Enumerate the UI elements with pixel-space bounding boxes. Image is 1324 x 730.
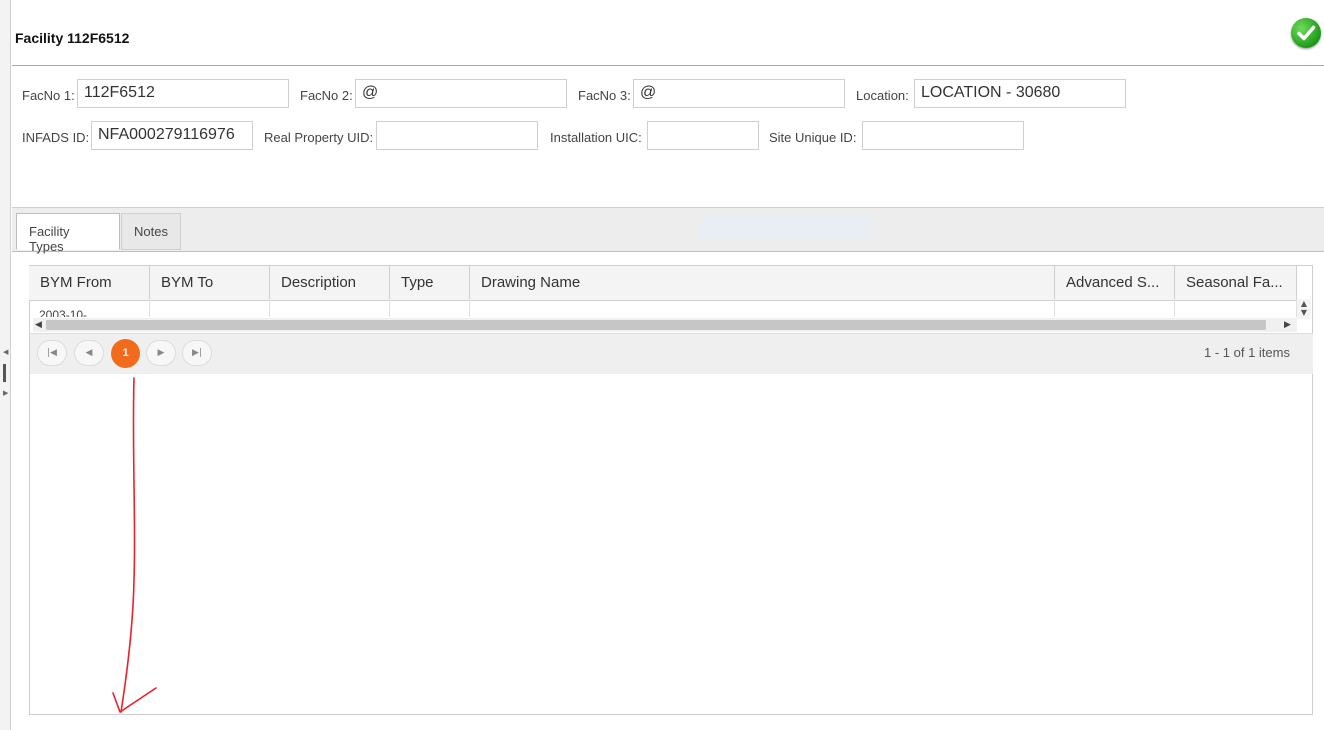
scroll-right-icon[interactable]: ▶ [1284,318,1291,332]
facno3-field[interactable]: @ [633,79,845,108]
vertical-scrollbar[interactable]: ▲ ▼ [1297,299,1311,319]
siteid-label: Site Unique ID: [769,130,857,145]
facno3-label: FacNo 3: [578,88,631,103]
tab-strip [12,207,1324,252]
column-header[interactable]: Type [390,265,470,299]
pager [30,333,1313,374]
location-label: Location: [856,88,909,103]
table-cell[interactable] [1055,299,1175,317]
scroll-left-icon[interactable]: ◀ [35,318,42,332]
last-page-button[interactable]: ▶| [182,340,212,366]
next-page-button[interactable]: ▶ [146,340,176,366]
current-page-button[interactable]: 1 [111,339,140,368]
rpuid-field[interactable] [376,121,538,150]
left-splitter[interactable]: ◀ ▶ [0,0,11,730]
snip-overlay [700,216,872,238]
expand-right-icon[interactable]: ▶ [3,390,8,397]
rpuid-label: Real Property UID: [264,130,374,145]
facno1-field[interactable]: 112F6512 [77,79,289,108]
siteid-field[interactable] [862,121,1024,150]
splitter-grip[interactable] [3,364,6,382]
table-cell[interactable] [270,299,390,317]
table-cell[interactable] [1175,299,1297,317]
column-header[interactable]: BYM From [29,265,150,299]
column-header[interactable]: Description [270,265,390,299]
column-header[interactable]: Advanced S... [1055,265,1175,299]
table-cell[interactable]: 2003-10- [29,299,150,317]
infads-label: INFADS ID: [22,130,90,145]
scrollbar-thumb[interactable] [46,320,1266,330]
facno1-label: FacNo 1: [22,88,75,103]
pager-info: 1 - 1 of 1 items [1204,345,1290,360]
tab-facility-types[interactable]: Facility Types [16,213,120,254]
checkmark-circle-icon [1291,18,1321,48]
table-cell[interactable] [150,299,270,317]
infads-field[interactable]: NFA000279116976 [91,121,253,150]
uic-field[interactable] [647,121,759,150]
collapse-left-icon[interactable]: ◀ [3,349,8,356]
page-title: Facility 112F6512 [15,30,130,46]
uic-label: Installation UIC: [550,130,642,145]
column-header[interactable]: Drawing Name [470,265,1055,299]
column-header[interactable]: BYM To [150,265,270,299]
prev-page-button[interactable]: ◀ [74,340,104,366]
first-page-button[interactable]: |◀ [37,340,67,366]
table-cell[interactable] [470,299,1055,317]
facno2-field[interactable]: @ [355,79,567,108]
tab-notes[interactable]: Notes [121,213,181,250]
column-header[interactable]: Seasonal Fa... [1175,265,1297,299]
facno2-label: FacNo 2: [300,88,353,103]
table-cell[interactable] [390,299,470,317]
title-divider [12,65,1324,66]
location-field[interactable]: LOCATION - 30680 [914,79,1126,108]
